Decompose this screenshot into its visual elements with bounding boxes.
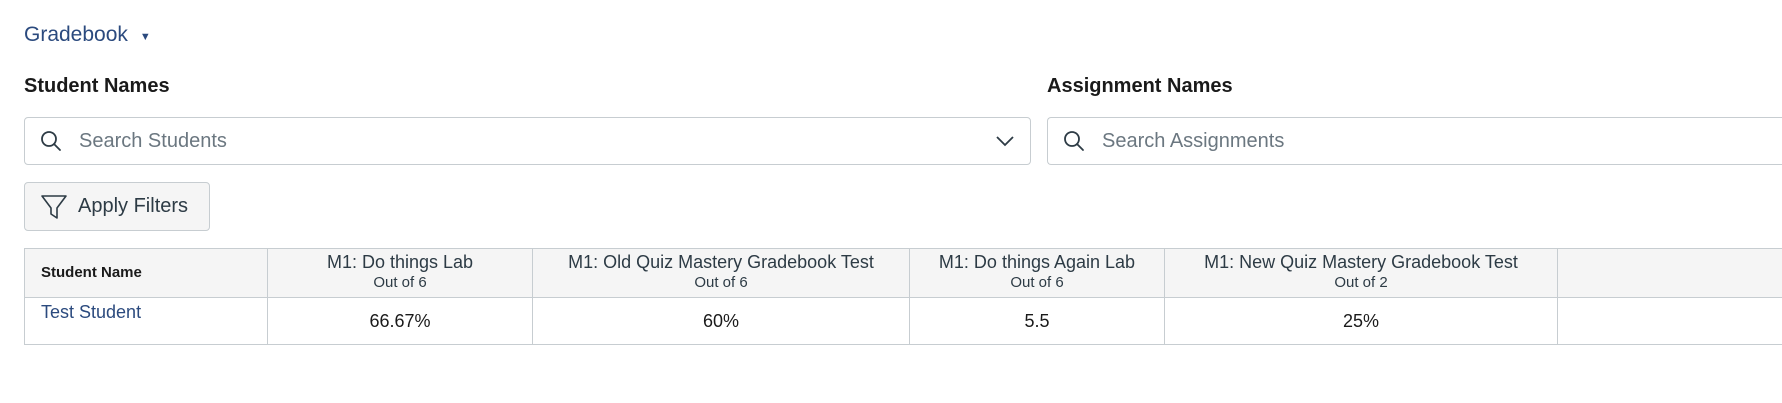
student-search-placeholder: Search Students xyxy=(79,129,227,152)
assignment-names-label: Assignment Names xyxy=(1047,75,1233,97)
column-header-assignment[interactable]: M1: Do things Lab Out of 6 xyxy=(267,249,532,297)
column-header-assignment[interactable]: M1: Old Quiz Mastery Gradebook Test Out … xyxy=(532,249,909,297)
grade-cell[interactable]: 25% xyxy=(1164,298,1557,344)
column-header-student-name[interactable]: Student Name xyxy=(24,249,267,297)
chevron-down-icon[interactable] xyxy=(994,130,1016,152)
grade-cell[interactable]: 5.5 xyxy=(909,298,1164,344)
student-names-label: Student Names xyxy=(24,75,170,97)
gradebook-menu[interactable]: Gradebook ▼ xyxy=(24,22,151,48)
apply-filters-button[interactable]: Apply Filters xyxy=(24,182,210,231)
column-header-assignment[interactable]: M1: New Quiz Mastery Gradebook Test Out … xyxy=(1164,249,1557,297)
gradebook-menu-label: Gradebook xyxy=(24,23,128,46)
caret-down-icon: ▼ xyxy=(139,30,151,43)
assignment-points: Out of 2 xyxy=(1334,274,1388,291)
assignment-title: M1: Old Quiz Mastery Gradebook Test xyxy=(568,252,874,272)
apply-filters-label: Apply Filters xyxy=(78,195,189,217)
column-header-overflow xyxy=(1557,249,1782,297)
search-icon xyxy=(1062,129,1086,153)
assignment-title: M1: New Quiz Mastery Gradebook Test xyxy=(1204,252,1518,272)
assignment-points: Out of 6 xyxy=(694,274,748,291)
column-header-assignment[interactable]: M1: Do things Again Lab Out of 6 xyxy=(909,249,1164,297)
filter-icon xyxy=(40,193,68,221)
grade-cell[interactable]: 60% xyxy=(532,298,909,344)
grade-cell-overflow xyxy=(1557,298,1782,344)
student-name-cell: Test Student xyxy=(24,298,267,344)
assignment-search-input[interactable]: Search Assignments xyxy=(1047,117,1782,165)
gradebook-grid: Student Name M1: Do things Lab Out of 6 … xyxy=(24,248,1782,345)
student-name-link[interactable]: Test Student xyxy=(41,302,141,323)
assignment-points: Out of 6 xyxy=(1010,274,1064,291)
student-name-header-label: Student Name xyxy=(41,264,142,281)
assignment-search-placeholder: Search Assignments xyxy=(1102,129,1285,152)
assignment-points: Out of 6 xyxy=(373,274,427,291)
student-search-input[interactable]: Search Students xyxy=(24,117,1031,165)
grade-cell[interactable]: 66.67% xyxy=(267,298,532,344)
search-icon xyxy=(39,129,63,153)
assignment-title: M1: Do things Again Lab xyxy=(938,252,1136,272)
assignment-title: M1: Do things Lab xyxy=(326,252,474,272)
table-row: Test Student 66.67% 60% 5.5 25% xyxy=(24,298,1782,345)
header-row: Student Name M1: Do things Lab Out of 6 … xyxy=(24,249,1782,298)
